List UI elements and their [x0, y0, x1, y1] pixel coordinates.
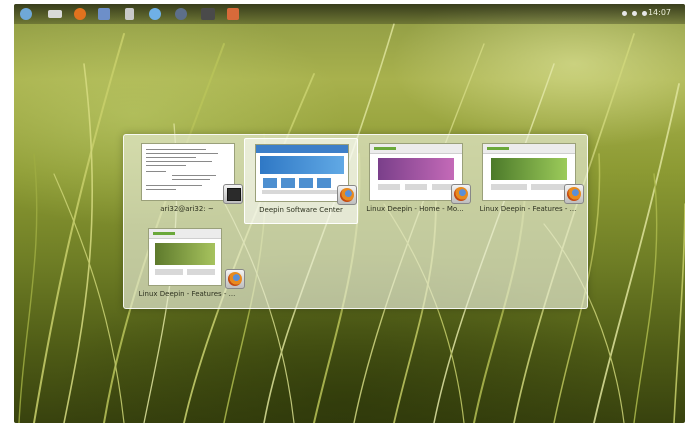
window-title: ari32@ari32: ~ — [160, 205, 214, 213]
firefox-icon — [564, 184, 584, 204]
window-switcher: ari32@ari32: ~ Deepin Software Center Li… — [123, 134, 588, 309]
switcher-window-deepin-features-2[interactable]: Linux Deepin - Features - ... — [131, 223, 245, 307]
network-icon[interactable] — [149, 8, 161, 20]
media-player-icon[interactable] — [175, 8, 187, 20]
firefox-icon — [451, 184, 471, 204]
window-title: Deepin Software Center — [259, 206, 343, 214]
firefox-icon[interactable] — [74, 8, 86, 20]
window-thumbnail — [369, 143, 463, 201]
window-thumbnail — [148, 228, 222, 286]
network-status-icon[interactable] — [642, 11, 647, 16]
window-thumbnail — [141, 143, 235, 201]
clock[interactable]: 14:07 — [648, 8, 671, 17]
terminal-icon[interactable] — [201, 8, 215, 20]
window-title: Linux Deepin - Features - ... — [138, 290, 236, 298]
window-thumbnail — [255, 144, 349, 202]
firefox-icon — [337, 185, 357, 205]
firefox-icon — [225, 269, 245, 289]
window-title: Linux Deepin - Features - ... — [479, 205, 577, 213]
window-thumbnail — [482, 143, 576, 201]
keyboard-icon[interactable] — [48, 10, 62, 18]
window-title: Linux Deepin - Home - Mo... — [366, 205, 464, 213]
deepin-launcher-icon[interactable] — [20, 8, 32, 20]
switcher-window-software-center[interactable]: Deepin Software Center — [244, 138, 358, 224]
switcher-window-terminal[interactable]: ari32@ari32: ~ — [131, 138, 243, 222]
file-manager-icon[interactable] — [125, 8, 134, 20]
top-panel: 14:07 — [14, 4, 685, 24]
terminal-icon — [223, 184, 243, 204]
switcher-window-deepin-features[interactable]: Linux Deepin - Features - ... — [472, 138, 584, 222]
settings-icon[interactable] — [227, 8, 239, 20]
software-center-icon[interactable] — [98, 8, 110, 20]
switcher-window-deepin-home[interactable]: Linux Deepin - Home - Mo... — [359, 138, 471, 222]
volume-icon[interactable] — [632, 11, 637, 16]
power-icon[interactable] — [622, 11, 627, 16]
desktop: 14:07 ari32@ari32: ~ Deepin Software Cen… — [14, 4, 685, 423]
